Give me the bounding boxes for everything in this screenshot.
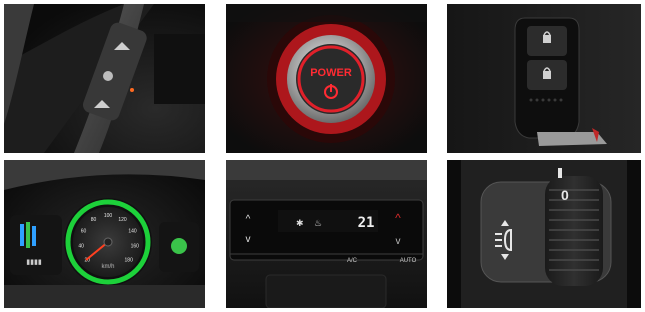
- svg-text:v: v: [246, 234, 251, 245]
- photo-steering-stalk: [4, 4, 205, 153]
- svg-text:0: 0: [561, 187, 569, 203]
- photo-power-button: POWER: [226, 4, 427, 153]
- svg-text:^: ^: [246, 214, 251, 225]
- speed-tick-label: 140: [128, 229, 137, 235]
- svg-text:^: ^: [395, 211, 401, 225]
- auto-button-label: AUTO: [400, 258, 417, 264]
- speed-unit-label: km/h: [101, 264, 114, 270]
- speed-tick-label: 160: [131, 244, 140, 250]
- photo-key-fob: [447, 4, 641, 153]
- speed-tick-label: 100: [104, 213, 113, 219]
- photo-instrument-cluster: ▮▮▮▮ 20 40 60 80 100 120 140 160 180 km/h: [4, 160, 205, 308]
- svg-text:v: v: [396, 236, 401, 247]
- svg-text:♨: ♨: [314, 218, 322, 228]
- svg-text:▮▮▮▮: ▮▮▮▮: [26, 259, 42, 266]
- photo-headlight-dial: 0: [447, 160, 641, 308]
- speed-tick-label: 80: [91, 217, 97, 223]
- photo-climate-control: ^ v ✱ ♨ 21 ^ v A/C AUTO: [226, 160, 427, 308]
- speed-tick-label: 120: [118, 217, 127, 223]
- power-label: POWER: [310, 67, 352, 79]
- speed-tick-label: 180: [125, 257, 134, 263]
- svg-text:✱: ✱: [296, 218, 304, 228]
- temp-display: 21: [358, 215, 375, 231]
- speed-tick-label: 40: [78, 244, 84, 250]
- speed-tick-label: 60: [81, 229, 87, 235]
- ac-button-label: A/C: [347, 258, 358, 264]
